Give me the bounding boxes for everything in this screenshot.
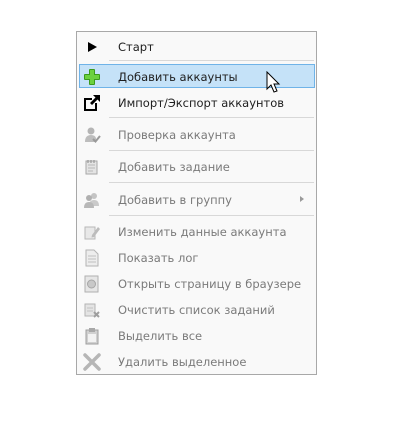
menu-item-label: Добавить в группу	[118, 193, 232, 207]
menu-separator	[109, 150, 314, 151]
browser-page-icon	[83, 275, 101, 293]
edit-pencil-icon	[83, 223, 101, 241]
menu-separator	[109, 182, 314, 183]
document-log-icon	[83, 249, 101, 267]
menu-item-delete-selected[interactable]: Удалить выделенное	[79, 349, 315, 373]
mouse-cursor-icon	[266, 71, 281, 93]
delete-x-icon	[83, 353, 101, 371]
menu-item-label: Старт	[118, 40, 154, 54]
menu-item-label: Выделить все	[118, 329, 203, 343]
menu-item-start[interactable]: Старт	[79, 34, 315, 58]
menu-item-label: Проверка аккаунта	[118, 128, 236, 142]
menu-item-label: Добавить задание	[118, 160, 230, 174]
menu-item-label: Открыть страницу в браузере	[118, 277, 302, 291]
menu-item-label: Очистить список заданий	[118, 303, 275, 317]
menu-separator	[109, 60, 314, 61]
menu-item-open-browser[interactable]: Открыть страницу в браузере	[79, 271, 315, 295]
menu-separator	[109, 117, 314, 118]
menu-item-label: Показать лог	[118, 251, 199, 265]
chevron-right-icon	[300, 196, 304, 202]
notepad-add-icon	[83, 158, 101, 176]
external-link-icon	[83, 94, 101, 112]
menu-separator	[109, 215, 314, 216]
menu-item-edit-account[interactable]: Изменить данные аккаунта	[79, 219, 315, 243]
user-check-icon	[83, 126, 101, 144]
users-group-icon	[83, 191, 101, 209]
menu-item-show-log[interactable]: Показать лог	[79, 245, 315, 269]
clipboard-select-icon	[83, 327, 101, 345]
play-icon	[83, 38, 101, 56]
menu-item-clear-tasks[interactable]: Очистить список заданий	[79, 297, 315, 321]
menu-item-label: Добавить аккаунты	[118, 70, 238, 84]
menu-item-check-account[interactable]: Проверка аккаунта	[79, 122, 315, 146]
menu-item-add-task[interactable]: Добавить задание	[79, 154, 315, 178]
menu-item-add-to-group[interactable]: Добавить в группу	[79, 187, 315, 211]
green-plus-icon	[83, 68, 101, 86]
menu-item-label: Удалить выделенное	[118, 355, 247, 369]
clear-tasks-icon	[83, 301, 101, 319]
menu-item-label: Импорт/Экспорт аккаунтов	[118, 96, 285, 110]
menu-item-select-all[interactable]: Выделить все	[79, 323, 315, 347]
menu-item-label: Изменить данные аккаунта	[118, 225, 287, 239]
